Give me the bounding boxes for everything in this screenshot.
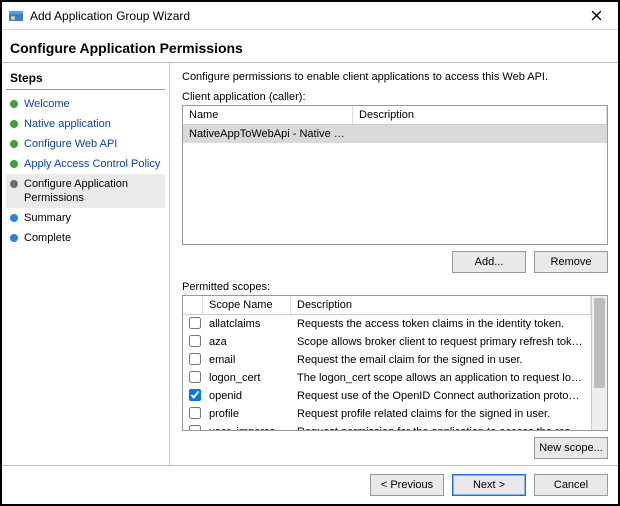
step-label: Configure Web API — [24, 137, 117, 151]
scope-checkbox[interactable] — [189, 425, 201, 431]
scope-description: Requests the access token claims in the … — [291, 318, 591, 330]
client-col-name[interactable]: Name — [183, 106, 353, 124]
step-label: Native application — [24, 117, 111, 131]
scope-row[interactable]: azaScope allows broker client to request… — [183, 333, 591, 351]
app-icon — [8, 8, 24, 24]
sidebar-step[interactable]: Welcome — [6, 94, 165, 114]
titlebar: Add Application Group Wizard — [2, 2, 618, 30]
sidebar-step[interactable]: Complete — [6, 228, 165, 248]
step-label: Apply Access Control Policy — [24, 157, 160, 171]
scope-description: The logon_cert scope allows an applicati… — [291, 372, 591, 384]
scope-name: profile — [203, 408, 291, 420]
previous-button[interactable]: < Previous — [370, 474, 444, 496]
page-title: Configure Application Permissions — [10, 40, 243, 56]
sidebar-step[interactable]: Summary — [6, 208, 165, 228]
scope-description: Request use of the OpenID Connect author… — [291, 390, 591, 402]
scope-row[interactable]: profileRequest profile related claims fo… — [183, 405, 591, 423]
scope-name: logon_cert — [203, 372, 291, 384]
next-button[interactable]: Next > — [452, 474, 526, 496]
new-scope-button[interactable]: New scope... — [534, 437, 608, 459]
permitted-scopes-table[interactable]: Scope Name Description allatclaimsReques… — [182, 295, 608, 431]
scope-name: user_imperso... — [203, 426, 291, 430]
window-title: Add Application Group Wizard — [30, 9, 190, 23]
scopes-scrollbar[interactable] — [591, 296, 607, 430]
step-label: Complete — [24, 231, 71, 245]
step-label: Welcome — [24, 97, 70, 111]
sidebar-step[interactable]: Configure Application Permissions — [6, 174, 165, 208]
scrollbar-thumb[interactable] — [594, 298, 605, 388]
sidebar-step[interactable]: Configure Web API — [6, 134, 165, 154]
step-bullet-icon — [10, 160, 18, 168]
scope-name: allatclaims — [203, 318, 291, 330]
scope-row[interactable]: logon_certThe logon_cert scope allows an… — [183, 369, 591, 387]
sidebar-step[interactable]: Native application — [6, 114, 165, 134]
step-bullet-icon — [10, 120, 18, 128]
step-bullet-icon — [10, 214, 18, 222]
steps-sidebar: Steps Welcome Native application Configure… — [2, 63, 170, 465]
client-application-table[interactable]: Name Description NativeAppToWebApi - Nat… — [182, 105, 608, 245]
main-panel: Configure permissions to enable client a… — [170, 63, 618, 465]
scope-row[interactable]: user_imperso...Request permission for th… — [183, 423, 591, 430]
client-table-row[interactable]: NativeAppToWebApi - Native applicati... — [183, 125, 607, 143]
wizard-window: Add Application Group Wizard Configure A… — [0, 0, 620, 506]
scope-name: openid — [203, 390, 291, 402]
cancel-button[interactable]: Cancel — [534, 474, 608, 496]
client-table-header: Name Description — [183, 106, 607, 125]
page-header: Configure Application Permissions — [2, 30, 618, 63]
steps-list: Welcome Native application Configure Web A… — [6, 94, 165, 248]
scope-row[interactable]: openidRequest use of the OpenID Connect … — [183, 387, 591, 405]
step-bullet-icon — [10, 140, 18, 148]
scope-row[interactable]: allatclaimsRequests the access token cla… — [183, 315, 591, 333]
scopes-col-desc[interactable]: Description — [291, 296, 591, 314]
scope-row[interactable]: emailRequest the email claim for the sig… — [183, 351, 591, 369]
scope-description: Request permission for the application t… — [291, 426, 591, 430]
permitted-scopes-label: Permitted scopes: — [182, 281, 608, 293]
step-bullet-icon — [10, 234, 18, 242]
client-row-name: NativeAppToWebApi - Native applicati... — [183, 125, 353, 143]
scopes-table-header: Scope Name Description — [183, 296, 591, 315]
scope-checkbox[interactable] — [189, 407, 201, 419]
scope-description: Request the email claim for the signed i… — [291, 354, 591, 366]
step-bullet-icon — [10, 100, 18, 108]
client-caller-label: Client application (caller): — [182, 91, 608, 103]
scope-name: aza — [203, 336, 291, 348]
instruction-text: Configure permissions to enable client a… — [182, 71, 608, 83]
scopes-col-name[interactable]: Scope Name — [203, 296, 291, 314]
steps-heading: Steps — [6, 69, 165, 90]
scope-description: Request profile related claims for the s… — [291, 408, 591, 420]
scope-name: email — [203, 354, 291, 366]
step-label: Summary — [24, 211, 71, 225]
sidebar-step[interactable]: Apply Access Control Policy — [6, 154, 165, 174]
step-label: Configure Application Permissions — [24, 177, 161, 205]
scope-description: Scope allows broker client to request pr… — [291, 336, 591, 348]
scope-checkbox[interactable] — [189, 389, 201, 401]
scope-checkbox[interactable] — [189, 335, 201, 347]
client-col-desc[interactable]: Description — [353, 106, 607, 124]
step-bullet-icon — [10, 180, 18, 188]
scope-checkbox[interactable] — [189, 317, 201, 329]
remove-button[interactable]: Remove — [534, 251, 608, 273]
wizard-footer: < Previous Next > Cancel — [2, 465, 618, 504]
client-row-desc — [353, 125, 607, 143]
close-button[interactable] — [578, 6, 614, 26]
scope-checkbox[interactable] — [189, 371, 201, 383]
scope-checkbox[interactable] — [189, 353, 201, 365]
add-button[interactable]: Add... — [452, 251, 526, 273]
